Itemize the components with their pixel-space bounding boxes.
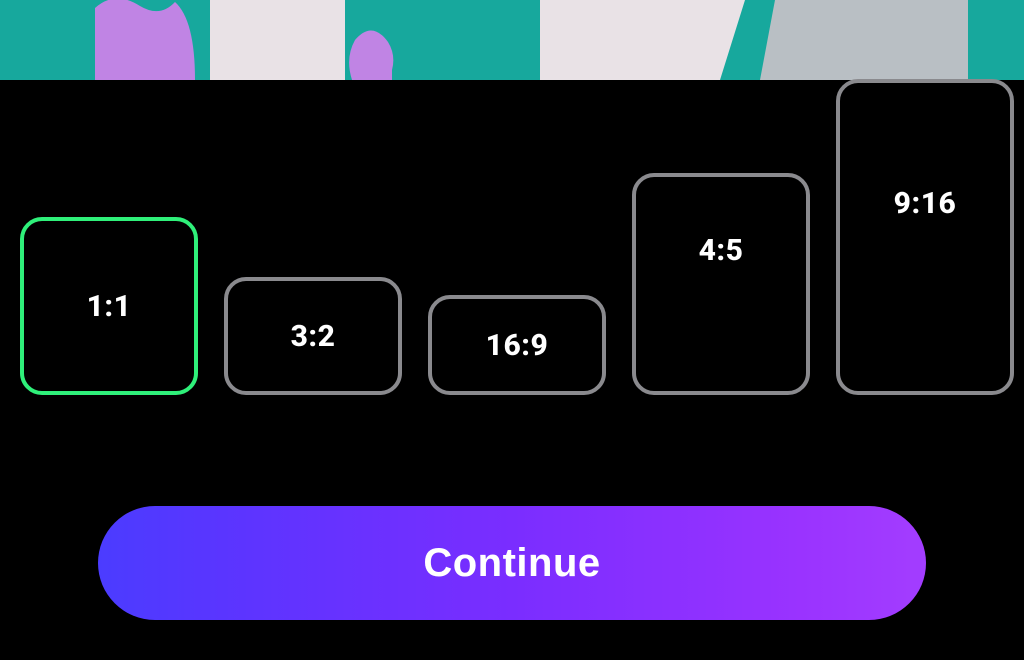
aspect-option-3-2[interactable]: 3:2	[224, 277, 402, 395]
continue-label: Continue	[423, 541, 600, 586]
aspect-ratio-picker: 1:1 3:2 16:9 4:5 9:16 Continue	[0, 80, 1024, 660]
aspect-label: 16:9	[486, 328, 549, 363]
aspect-label: 3:2	[291, 319, 336, 354]
banner-art	[0, 0, 1024, 80]
aspect-label: 4:5	[699, 233, 744, 268]
aspect-option-16-9[interactable]: 16:9	[428, 295, 606, 395]
aspect-option-4-5[interactable]: 4:5	[632, 173, 810, 395]
aspect-option-1-1[interactable]: 1:1	[20, 217, 198, 395]
continue-button[interactable]: Continue	[98, 506, 926, 620]
preview-banner	[0, 0, 1024, 80]
aspect-label: 1:1	[87, 289, 132, 324]
aspect-ratio-options: 1:1 3:2 16:9 4:5 9:16	[20, 80, 1004, 395]
aspect-label: 9:16	[894, 186, 957, 221]
aspect-option-9-16[interactable]: 9:16	[836, 79, 1014, 395]
